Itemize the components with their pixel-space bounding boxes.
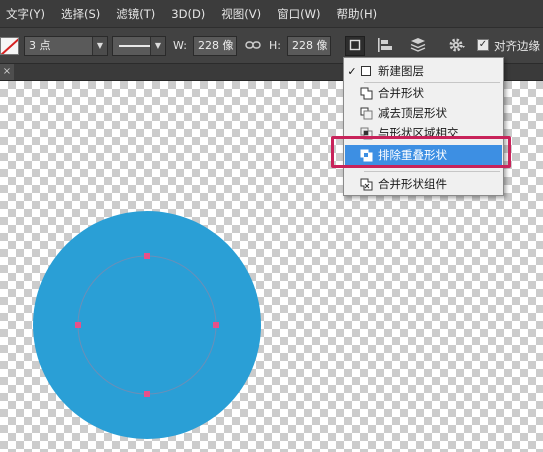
align-edges-checkbox[interactable]: ✓ (477, 39, 489, 51)
height-label: H: (269, 39, 281, 52)
link-dimensions-button[interactable] (243, 36, 263, 56)
width-label: W: (173, 39, 187, 52)
merge-shape-components-icon (359, 178, 373, 190)
gear-icon (448, 37, 466, 56)
width-value: 228 像 (198, 39, 234, 52)
menu-item-new-layer[interactable]: ✓ 新建图层 (345, 61, 502, 81)
menu-help[interactable]: 帮助(H) (336, 6, 377, 22)
menu-filter[interactable]: 滤镜(T) (116, 6, 155, 22)
menu-divider (364, 171, 500, 172)
menu-item-label: 新建图层 (378, 64, 424, 78)
blue-circle-shape (33, 211, 261, 439)
menu-select[interactable]: 选择(S) (61, 6, 100, 22)
anchor-point-bottom (144, 391, 150, 397)
new-layer-icon (359, 65, 373, 77)
checkmark-icon: ✓ (347, 64, 357, 78)
menu-item-label: 合并形状 (378, 86, 424, 100)
menu-item-label: 合并形状组件 (378, 177, 447, 191)
menu-item-combine-shapes[interactable]: 合并形状 (345, 83, 502, 103)
menu-item-merge-shape-components[interactable]: 合并形状组件 (345, 174, 502, 194)
chevron-down-icon: ▼ (92, 37, 107, 55)
path-operations-icon (349, 39, 361, 54)
link-icon (245, 40, 261, 53)
menu-text[interactable]: 文字(Y) (6, 6, 45, 22)
path-operations-menu: ✓ 新建图层 合并形状 减去顶层形状 与形状区域相交 排除重叠形状 合并形状组件 (343, 57, 504, 196)
anchor-point-right (213, 322, 219, 328)
align-edges-label: 对齐边缘 (494, 39, 540, 53)
stroke-color-swatch[interactable] (0, 37, 19, 55)
menu-bar: 文字(Y) 选择(S) 滤镜(T) 3D(D) 视图(V) 窗口(W) 帮助(H… (0, 0, 543, 27)
height-value: 228 像 (292, 39, 328, 52)
menu-item-label: 减去顶层形状 (378, 106, 447, 120)
path-operations-button[interactable] (345, 36, 365, 56)
subtract-front-shape-icon (359, 107, 373, 119)
stroke-type-dropdown[interactable]: ▼ (112, 36, 166, 56)
menu-window[interactable]: 窗口(W) (277, 6, 320, 22)
menu-3d[interactable]: 3D(D) (171, 7, 205, 21)
close-icon[interactable]: × (0, 64, 14, 80)
anchor-point-top (144, 253, 150, 259)
menu-view[interactable]: 视图(V) (221, 6, 261, 22)
settings-button[interactable] (447, 36, 467, 56)
width-input[interactable]: 228 像 (193, 36, 237, 56)
height-input[interactable]: 228 像 (287, 36, 331, 56)
menu-item-subtract-front-shape[interactable]: 减去顶层形状 (345, 103, 502, 123)
anchor-point-left (75, 322, 81, 328)
chevron-down-icon: ▼ (150, 37, 165, 55)
path-alignment-button[interactable] (376, 36, 396, 56)
stroke-size-value: 3 点 (29, 39, 51, 52)
highlight-annotation-frame (331, 136, 511, 168)
stroke-size-dropdown[interactable]: 3 点 ▼ (24, 36, 108, 56)
path-arrangement-button[interactable] (408, 36, 428, 56)
align-left-icon (377, 37, 395, 56)
arrange-layers-icon (409, 37, 427, 56)
combine-shapes-icon (359, 87, 373, 99)
